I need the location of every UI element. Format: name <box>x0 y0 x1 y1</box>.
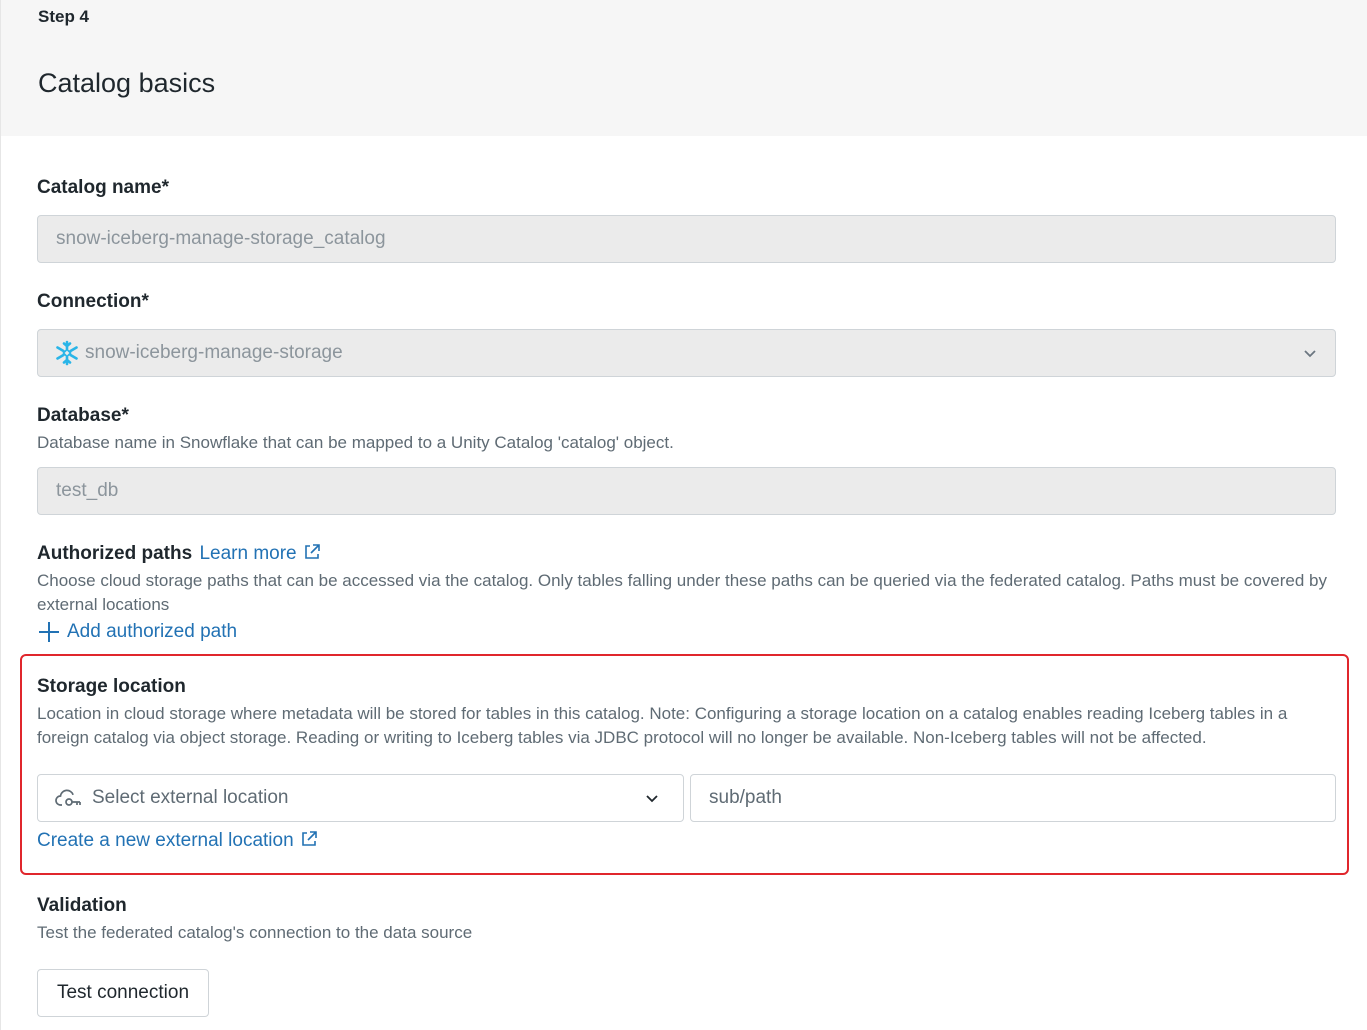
plus-icon <box>39 622 59 642</box>
cloud-key-icon <box>55 789 81 806</box>
connection-label: Connection* <box>37 291 149 312</box>
step-label: Step 4 <box>38 7 90 26</box>
storage-location-label: Storage location <box>37 676 186 697</box>
snowflake-icon <box>54 338 80 366</box>
connection-select[interactable]: snow-iceberg-manage-storage <box>37 329 1336 377</box>
create-external-location-link[interactable]: Create a new external location <box>37 830 318 852</box>
page-title: Catalog basics <box>38 68 216 98</box>
database-description: Database name in Snowflake that can be m… <box>37 433 674 452</box>
chevron-down-icon <box>646 795 658 803</box>
add-authorized-path-button[interactable]: Add authorized path <box>37 620 237 644</box>
external-link-icon <box>304 544 320 559</box>
create-external-location-text: Create a new external location <box>37 830 294 851</box>
storage-location-description: Location in cloud storage where metadata… <box>37 704 1288 747</box>
database-value: test_db <box>56 480 119 501</box>
catalog-name-value: snow-iceberg-manage-storage_catalog <box>56 228 386 249</box>
learn-more-link[interactable]: Learn more <box>199 543 320 564</box>
database-input[interactable]: test_db <box>37 467 1336 515</box>
external-link-icon <box>301 831 317 846</box>
add-authorized-path-label: Add authorized path <box>67 621 238 642</box>
catalog-name-label: Catalog name* <box>37 177 169 198</box>
authorized-paths-label: Authorized paths <box>37 543 193 564</box>
external-location-placeholder: Select external location <box>92 787 289 808</box>
test-connection-button[interactable]: Test connection <box>37 969 209 1017</box>
validation-description: Test the federated catalog's connection … <box>37 923 473 942</box>
authorized-paths-heading: Authorized paths Learn more <box>37 543 321 565</box>
subpath-input[interactable] <box>690 774 1336 822</box>
validation-label: Validation <box>37 895 127 916</box>
chevron-down-icon <box>1304 350 1316 358</box>
connection-value: snow-iceberg-manage-storage <box>85 342 343 363</box>
external-location-select[interactable]: Select external location <box>37 774 684 822</box>
learn-more-text: Learn more <box>199 543 297 564</box>
database-label: Database* <box>37 405 129 426</box>
content-divider <box>0 136 1 1030</box>
catalog-name-input[interactable]: snow-iceberg-manage-storage_catalog <box>37 215 1336 263</box>
step-header: Step 4 Catalog basics <box>0 0 1367 136</box>
authorized-paths-description: Choose cloud storage paths that can be a… <box>37 571 1327 614</box>
